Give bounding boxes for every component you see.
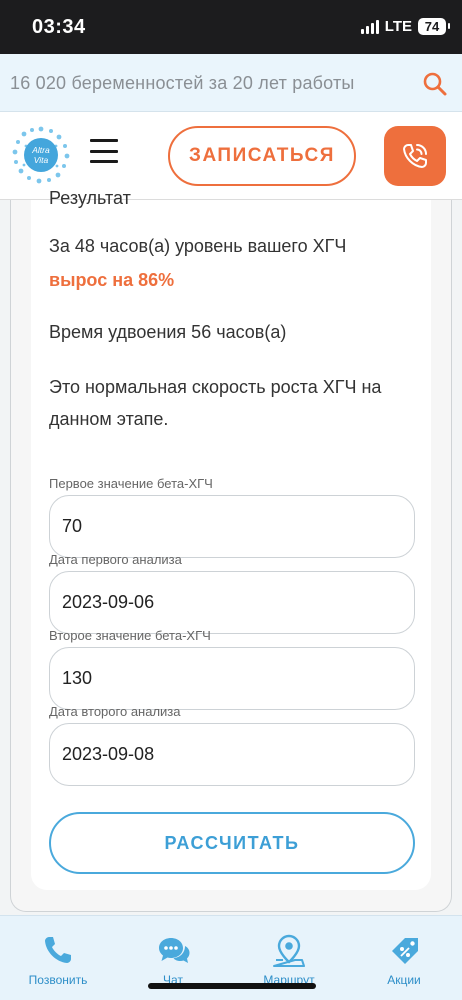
result-doubling-text: Время удвоения 56 часов(а) xyxy=(49,322,287,342)
calculator-card: Результат За 48 часов(а) уровень вашего … xyxy=(31,188,431,890)
result-growth-text: вырос на 86% xyxy=(49,270,175,290)
nav-label-call: Позвонить xyxy=(28,973,88,987)
result-conclusion-text: Это нормальная скорость роста ХГЧ на дан… xyxy=(49,377,382,429)
hamburger-menu-icon[interactable] xyxy=(90,139,118,163)
map-pin-icon xyxy=(273,934,305,967)
search-placeholder[interactable]: 16 020 беременностей за 20 лет работы xyxy=(10,73,355,94)
home-indicator xyxy=(148,983,316,989)
calculate-button[interactable]: РАССЧИТАТЬ xyxy=(49,812,415,874)
calculator-card-frame: Результат За 48 часов(а) уровень вашего … xyxy=(10,188,452,912)
call-button[interactable] xyxy=(384,126,446,186)
status-indicators: LTE 74 xyxy=(360,18,450,35)
signup-button[interactable]: ЗАПИСАТЬСЯ xyxy=(168,126,356,186)
first-hcg-input[interactable] xyxy=(49,495,415,558)
nav-label-promotions: Акции xyxy=(387,973,421,987)
result-heading: Результат xyxy=(49,188,131,208)
logo-text-bottom: Vita xyxy=(34,155,49,165)
result-period-text: За 48 часов(а) уровень вашего ХГЧ xyxy=(49,236,347,256)
second-hcg-label: Второе значение бета-ХГЧ xyxy=(49,628,211,643)
nav-item-promotions[interactable]: Акции xyxy=(354,916,454,1000)
battery-indicator: 74 xyxy=(418,18,450,35)
site-header: Altra Vita ЗАПИСАТЬСЯ xyxy=(0,112,462,200)
first-hcg-label: Первое значение бета-ХГЧ xyxy=(49,476,213,491)
logo-text-top: Altra xyxy=(31,145,50,155)
search-icon[interactable] xyxy=(422,71,448,97)
second-date-input[interactable] xyxy=(49,723,415,786)
signal-strength-icon xyxy=(360,19,379,34)
chat-icon xyxy=(159,938,190,963)
logo[interactable]: Altra Vita xyxy=(10,124,72,186)
second-date-label: Дата второго анализа xyxy=(49,704,181,719)
second-hcg-input[interactable] xyxy=(49,647,415,710)
phone-icon xyxy=(403,144,427,168)
phone-icon xyxy=(45,937,71,963)
search-bar[interactable]: 16 020 беременностей за 20 лет работы xyxy=(0,54,462,112)
status-time: 03:34 xyxy=(32,16,86,38)
discount-tag-icon xyxy=(392,938,418,964)
nav-item-call[interactable]: Позвонить xyxy=(8,916,108,1000)
status-bar: 03:34 LTE 74 xyxy=(0,0,462,54)
first-date-label: Дата первого анализа xyxy=(49,552,182,567)
network-type: LTE xyxy=(384,18,412,35)
first-date-input[interactable] xyxy=(49,571,415,634)
